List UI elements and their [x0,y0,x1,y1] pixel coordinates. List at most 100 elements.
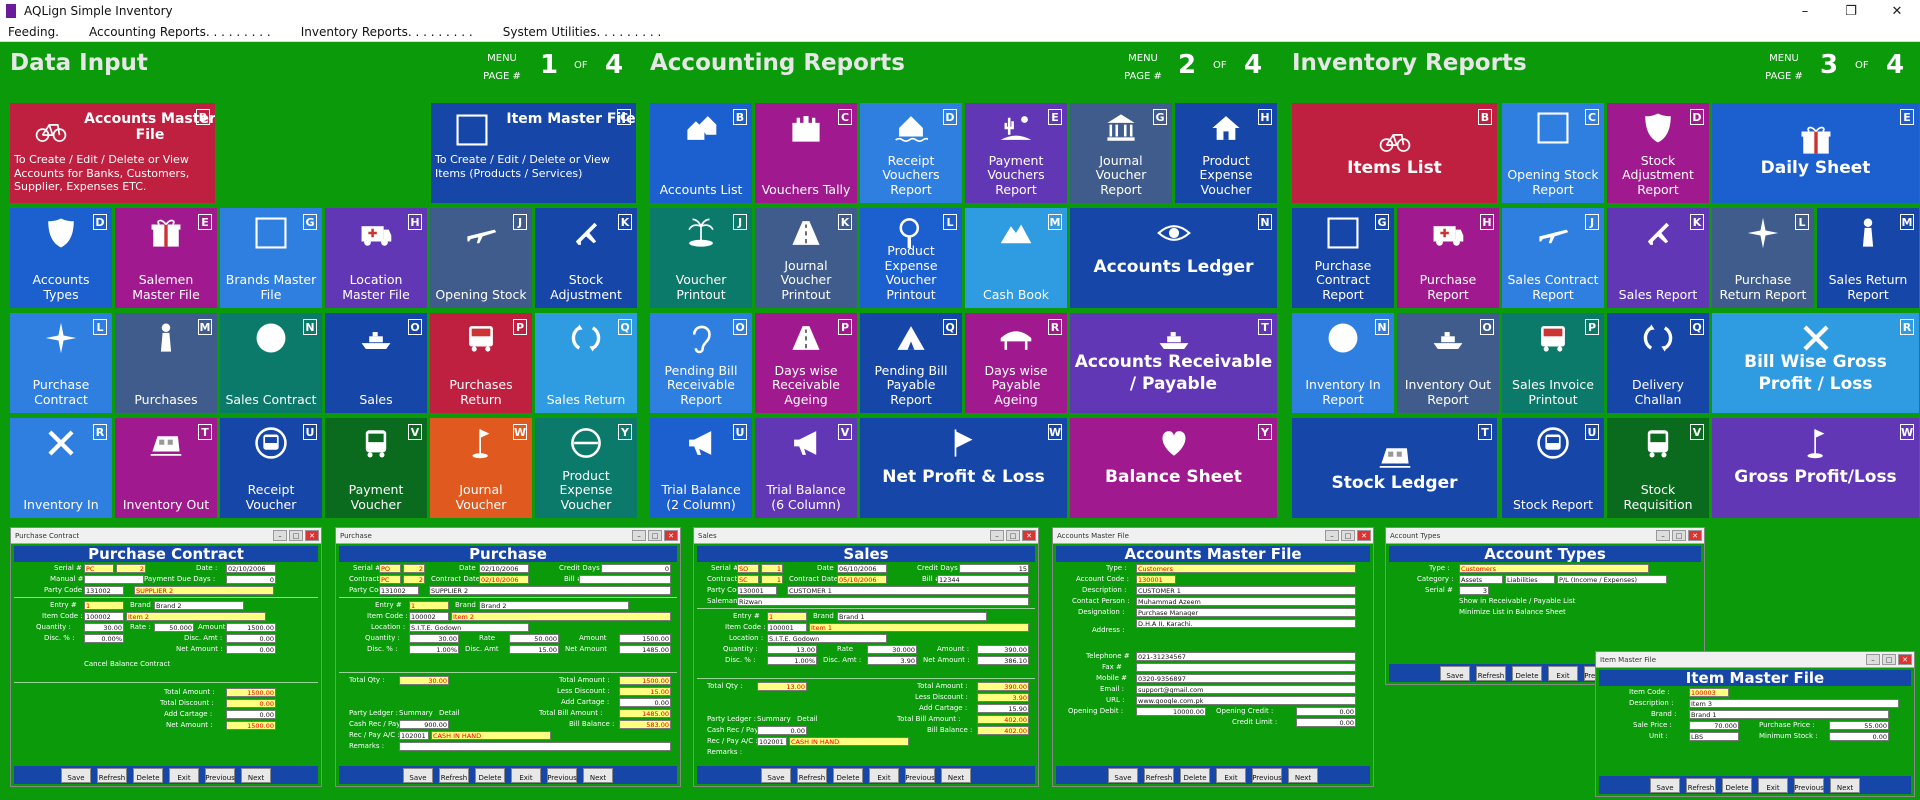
input-field[interactable]: 0.00 [1296,718,1356,727]
input-field[interactable]: 0 [601,564,671,573]
input-field[interactable]: 50.000 [154,623,194,632]
input-field[interactable]: 1.00% [767,656,817,665]
input-field[interactable]: 30.00 [399,676,449,685]
next-button[interactable]: Next [1830,777,1860,793]
tile-i-purchase-return-report[interactable]: Purchase Return Report L [1712,208,1814,308]
input-field[interactable]: Item 3 [1689,699,1899,708]
refresh-button[interactable]: Refresh [97,767,127,783]
input-field[interactable]: 0.00 [226,634,276,643]
tile-i-bill-wise-gross[interactable]: Bill Wise Gross Profit / Loss R [1712,313,1919,413]
tile-i-daily-sheet[interactable]: Daily Sheet E [1712,103,1919,203]
tile-i-sales-report[interactable]: Sales Report K [1607,208,1709,308]
tile-d-journal-voucher[interactable]: Journal Voucher W [430,418,532,518]
input-field[interactable]: 130001 [1136,575,1176,584]
tile-d-item-master[interactable]: Item Master File To Create / Edit / Dele… [431,103,636,203]
delete-button[interactable]: Delete [475,767,505,783]
input-field[interactable]: CUSTOMER 1 [1136,586,1356,595]
tile-i-delivery-challan[interactable]: Delivery Challan Q [1607,313,1709,413]
input-field[interactable]: 100003 [1689,688,1729,697]
input-field[interactable]: 402.00 [977,715,1029,724]
tile-a-pending-bill-receivable[interactable]: Pending Bill Receivable Report O [650,313,752,413]
minimize-button[interactable]: – [1866,654,1880,665]
tile-a-accounts-receivable[interactable]: Accounts Receivable / Payable T [1070,313,1277,413]
save-button[interactable]: Save [403,767,433,783]
input-field[interactable]: Brand 1 [1689,710,1889,719]
previous-button[interactable]: Previous [1252,767,1282,783]
delete-button[interactable]: Delete [1722,777,1752,793]
exit-button[interactable]: Exit [1548,665,1578,681]
tile-d-inventory-out[interactable]: Inventory Out T [115,418,217,518]
next-button[interactable]: Next [1288,767,1318,783]
input-field[interactable]: 1500.00 [619,634,671,643]
input-field[interactable]: 0 [226,575,276,584]
tile-i-sales-invoice-printout[interactable]: Sales Invoice Printout P [1502,313,1604,413]
input-field[interactable]: 0320-9356897 [1136,674,1356,683]
input-field[interactable]: 30.00 [409,634,459,643]
maximize-button[interactable]: □ [1882,654,1896,665]
input-field[interactable]: Assets [1459,575,1503,584]
input-field[interactable]: 12344 [937,575,1029,584]
input-field[interactable]: D.H.A II, Karachi. [1136,619,1356,628]
exit-button[interactable]: Exit [869,767,899,783]
close-button[interactable]: ✕ [1898,654,1912,665]
minimize-button[interactable]: – [273,530,287,541]
input-field[interactable]: 102001 [757,737,787,746]
input-field[interactable]: 55.000 [1829,721,1889,730]
tile-a-accounts-ledger[interactable]: Accounts Ledger N [1070,208,1277,308]
exit-button[interactable]: Exit [1758,777,1788,793]
menu-accounting-reports[interactable]: Accounting Reports. . . . . . . . . [89,25,271,39]
input-field[interactable]: 1 [761,575,783,584]
input-field[interactable]: 15 [959,564,1029,573]
save-button[interactable]: Save [1650,777,1680,793]
input-field[interactable]: 1 [761,564,783,573]
input-field[interactable]: Rizwan [737,597,1029,606]
input-field[interactable]: 13.00 [757,682,807,691]
input-field[interactable]: 021-31234567 [1136,652,1356,661]
tile-a-pending-bill-payable[interactable]: Pending Bill Payable Report Q [860,313,962,413]
input-field[interactable]: Customers [1459,564,1649,573]
tile-i-stock-adjustment-report[interactable]: Stock Adjustment Report D [1607,103,1709,203]
delete-button[interactable]: Delete [1180,767,1210,783]
previous-button[interactable]: Previous [547,767,577,783]
tile-d-receipt-voucher[interactable]: Receipt Voucher U [220,418,322,518]
tile-d-accounts-master[interactable]: Accounts Master File To Create / Edit / … [10,103,215,203]
tile-d-location[interactable]: Location Master File H [325,208,427,308]
menu-feeding[interactable]: Feeding. [8,25,59,39]
input-field[interactable]: 02/10/2006 [479,575,529,584]
input-field[interactable]: CASH IN HAND [789,737,909,746]
maximize-button[interactable]: □ [1341,530,1355,541]
input-field[interactable]: 102001 [399,731,429,740]
tile-d-purchases-return[interactable]: Purchases Return P [430,313,532,413]
input-field[interactable]: 130001 [737,586,777,595]
tile-a-trial-balance-6[interactable]: Trial Balance (6 Column) V [755,418,857,518]
input-field[interactable]: 1500.00 [226,688,276,697]
tile-d-sales[interactable]: Sales O [325,313,427,413]
input-field[interactable] [399,742,671,751]
input-field[interactable]: 386.10 [977,656,1029,665]
exit-button[interactable]: Exit [169,767,199,783]
tile-a-trial-balance-2[interactable]: Trial Balance (2 Column) U [650,418,752,518]
tile-d-salemen[interactable]: Salemen Master File E [115,208,217,308]
refresh-button[interactable]: Refresh [1686,777,1716,793]
input-field[interactable]: Liabilities [1505,575,1555,584]
input-field[interactable]: 1500.00 [619,676,671,685]
close-button[interactable]: ✕ [664,530,678,541]
input-field[interactable]: LBS [1689,732,1739,741]
input-field[interactable]: 06/10/2006 [837,564,887,573]
input-field[interactable]: 0.00 [1829,732,1889,741]
input-field[interactable] [1136,663,1356,672]
input-field[interactable]: 02/10/2006 [226,564,276,573]
input-field[interactable]: 13.00 [767,645,817,654]
input-field[interactable]: Brand 2 [154,601,244,610]
input-field[interactable]: 3.90 [977,693,1029,702]
input-field[interactable]: 390.00 [977,645,1029,654]
next-button[interactable]: Next [241,767,271,783]
input-field[interactable] [84,575,144,584]
tile-i-purchase-report[interactable]: Purchase Report H [1397,208,1499,308]
input-field[interactable]: 390.00 [977,682,1029,691]
tile-i-inventory-out-report[interactable]: Inventory Out Report O [1397,313,1499,413]
maximize-button[interactable]: □ [1006,530,1020,541]
input-field[interactable]: 402.00 [977,726,1029,735]
input-field[interactable]: 15.00 [509,645,559,654]
input-field[interactable]: 2 [116,564,146,573]
